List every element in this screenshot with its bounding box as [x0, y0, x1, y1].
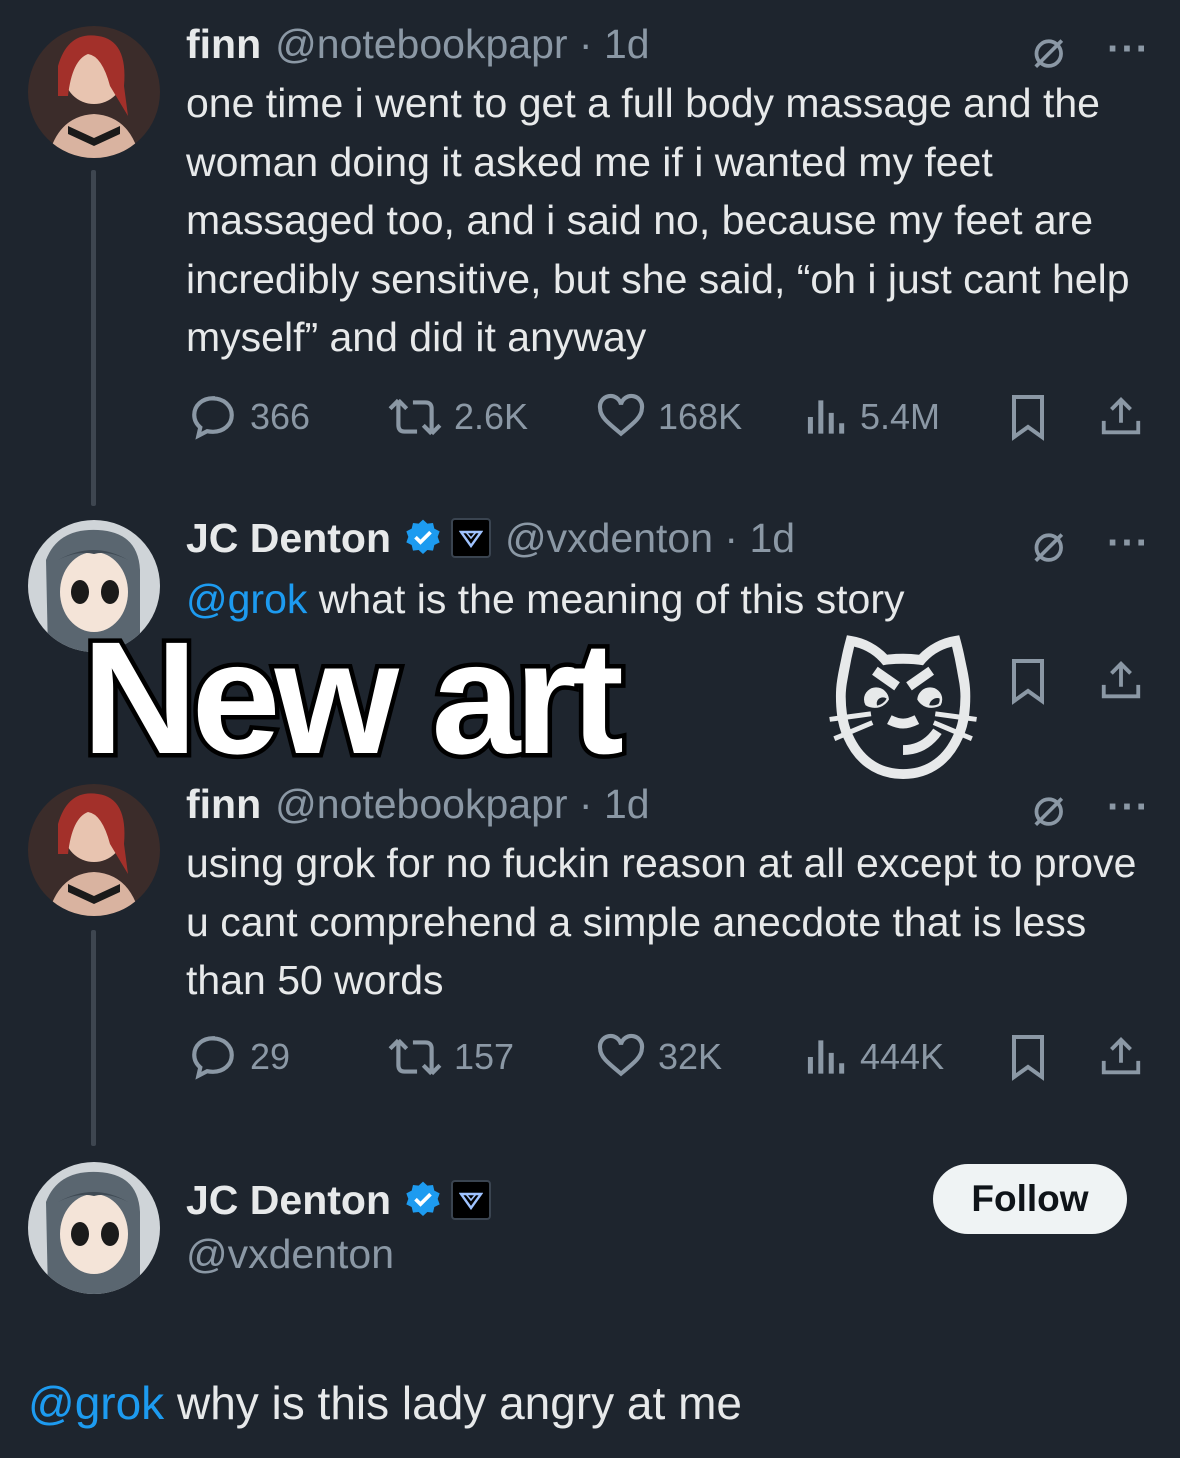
reply-icon [192, 396, 234, 440]
overlay-caption: New art [78, 608, 629, 787]
reply-count: 366 [250, 396, 311, 437]
mention-link[interactable]: @grok [28, 1377, 164, 1429]
share-icon [1101, 397, 1141, 435]
author-handle[interactable]: @notebookpapr · 1d [275, 20, 649, 68]
like-count: 32K [658, 1036, 723, 1077]
tweet-text: using grok for no fuckin reason at all e… [186, 840, 1137, 1003]
bookmark-button[interactable] [1008, 1032, 1048, 1082]
thread-line [91, 170, 96, 506]
more-options-icon[interactable]: ··· [1107, 785, 1150, 830]
share-button[interactable] [1098, 656, 1144, 706]
tweet-meta-icons: ⌀ ··· [1033, 516, 1150, 570]
tweet-header: JC Denton @vxdenton · 1d [186, 514, 795, 562]
author-handle[interactable]: @vxdenton · 1d [505, 514, 795, 562]
share-button[interactable] [1098, 392, 1144, 442]
grok-icon[interactable]: ⌀ [1033, 22, 1066, 76]
repost-icon [388, 398, 442, 436]
affiliate-badge-icon [451, 1180, 491, 1220]
views-icon [807, 400, 845, 434]
finn-avatar[interactable] [28, 26, 160, 158]
reply-button[interactable]: 366 [188, 392, 310, 442]
author-handle[interactable]: @notebookpapr · 1d [275, 780, 649, 828]
profile-name-row: JC Denton [186, 1176, 491, 1224]
author-name[interactable]: finn [186, 20, 261, 68]
affiliate-badge-icon [451, 518, 491, 558]
smirk-cat-emoji: 😼 [824, 630, 982, 804]
reply-button[interactable]: 29 [188, 1032, 290, 1082]
bookmark-icon [1012, 659, 1044, 705]
heart-icon [597, 393, 645, 437]
jcdenton-avatar[interactable] [28, 1162, 160, 1294]
follow-button[interactable]: Follow [933, 1164, 1127, 1234]
tweet-header: finn @notebookpapr · 1d [186, 20, 650, 68]
more-options-icon[interactable]: ··· [1107, 27, 1150, 72]
profile-name[interactable]: JC Denton [186, 1176, 391, 1224]
view-count: 5.4M [860, 396, 941, 437]
repost-button[interactable]: 157 [388, 1032, 514, 1082]
reply-count: 29 [250, 1036, 291, 1077]
views-button[interactable]: 444K [802, 1032, 944, 1082]
heart-icon [597, 1033, 645, 1077]
repost-count: 2.6K [454, 396, 529, 437]
like-button[interactable]: 168K [596, 392, 742, 442]
repost-button[interactable]: 2.6K [388, 392, 528, 442]
verified-badge-icon [406, 1181, 440, 1216]
profile-handle: @vxdenton [186, 1231, 395, 1277]
share-icon [1101, 1037, 1141, 1075]
tweet-text: one time i went to get a full body massa… [186, 80, 1130, 360]
verified-badge-icon [406, 519, 440, 554]
grok-icon[interactable]: ⌀ [1033, 780, 1066, 834]
share-button[interactable] [1098, 1032, 1144, 1082]
more-options-icon[interactable]: ··· [1107, 521, 1150, 566]
reply-icon [192, 1036, 234, 1080]
bookmark-icon [1012, 1035, 1044, 1081]
reply-text: @grok why is this lady angry at me [28, 1377, 742, 1429]
tweet-header: finn @notebookpapr · 1d [186, 780, 650, 828]
bookmark-button[interactable] [1008, 392, 1048, 442]
like-button[interactable]: 32K [596, 1032, 722, 1082]
finn-avatar[interactable] [28, 784, 160, 916]
repost-icon [388, 1038, 442, 1076]
view-count: 444K [860, 1036, 945, 1077]
bookmark-icon [1012, 395, 1044, 441]
bookmark-button[interactable] [1008, 656, 1048, 706]
views-button[interactable]: 5.4M [802, 392, 940, 442]
thread-line [91, 930, 96, 1146]
author-name[interactable]: finn [186, 780, 261, 828]
author-name[interactable]: JC Denton [186, 514, 391, 562]
views-icon [807, 1040, 845, 1074]
grok-icon[interactable]: ⌀ [1033, 516, 1066, 570]
tweet-meta-icons: ⌀ ··· [1033, 780, 1150, 834]
tweet-meta-icons: ⌀ ··· [1033, 22, 1150, 76]
like-count: 168K [658, 396, 743, 437]
share-icon [1101, 661, 1141, 699]
repost-count: 157 [454, 1036, 515, 1077]
